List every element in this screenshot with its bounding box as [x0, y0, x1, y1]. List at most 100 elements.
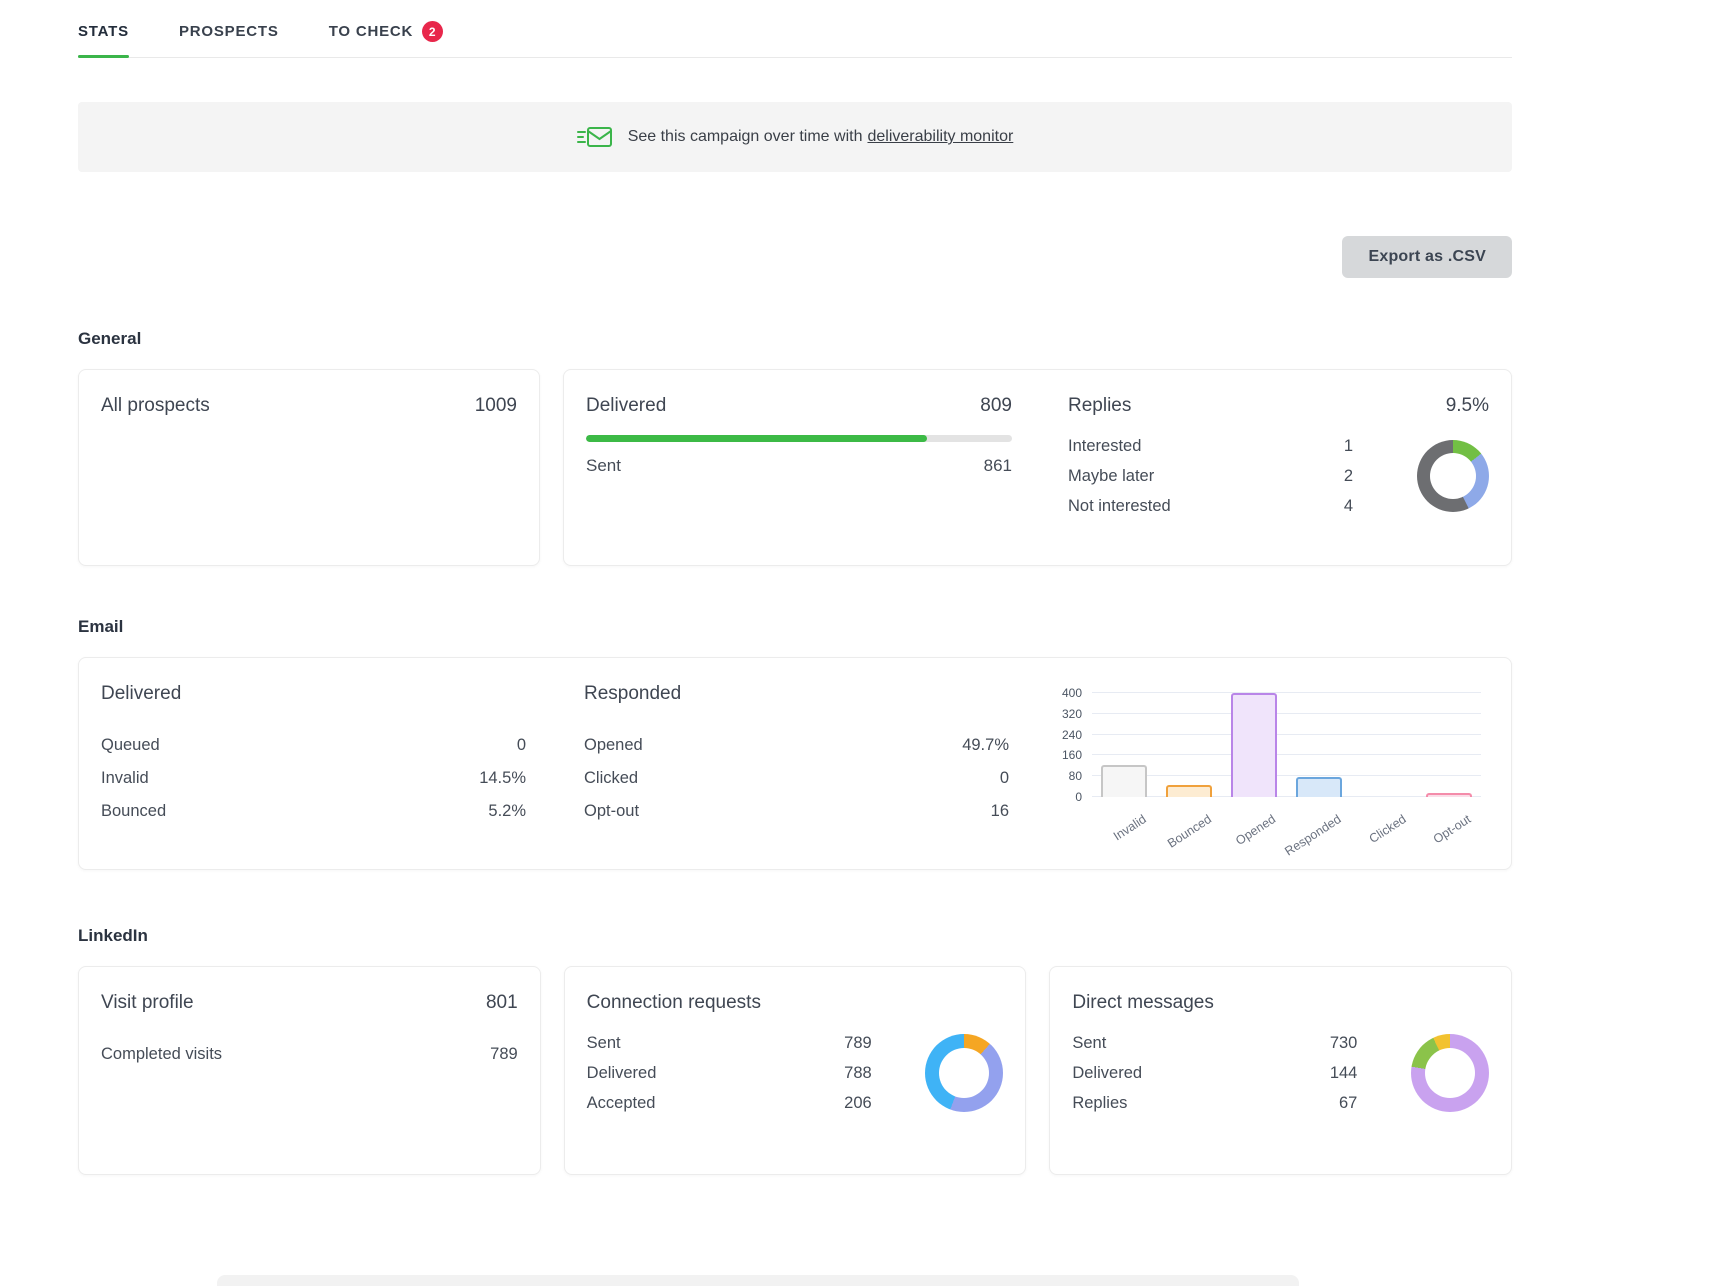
stat-row-dm-delivered: Delivered 144	[1072, 1058, 1357, 1088]
row-label: Delivered	[1072, 1064, 1142, 1083]
email-delivered-label: Delivered	[101, 683, 181, 705]
row-value: 67	[1339, 1094, 1357, 1113]
row-value: 5.2%	[488, 802, 526, 821]
direct-messages-card: Direct messages Sent 730 Delivered 144 R…	[1049, 966, 1512, 1175]
stat-row-opened: Opened 49.7%	[584, 729, 1009, 762]
to-check-count-badge: 2	[422, 21, 443, 42]
email-card: Delivered Queued 0 Invalid 14.5% Bounced…	[78, 657, 1512, 870]
bar-chart-plot	[1092, 693, 1481, 797]
visit-profile-value: 801	[486, 992, 518, 1014]
row-label: Accepted	[587, 1094, 656, 1113]
replies-rows: Interested 1 Maybe later 2 Not intereste…	[1068, 431, 1353, 521]
linkedin-cards-row: Visit profile 801 Completed visits 789 C…	[78, 966, 1512, 1175]
row-value: 144	[1330, 1064, 1358, 1083]
tab-bar: STATS PROSPECTS TO CHECK 2	[78, 0, 1512, 58]
email-responded-label: Responded	[584, 683, 681, 705]
connection-requests-label: Connection requests	[587, 992, 761, 1014]
row-value: 16	[991, 802, 1009, 821]
row-label: Opened	[584, 736, 643, 755]
email-cards-row: Delivered Queued 0 Invalid 14.5% Bounced…	[78, 657, 1512, 870]
stat-row-clicked: Clicked 0	[584, 762, 1009, 795]
bar-chart-x-axis: InvalidBouncedOpenedRespondedClickedOpt-…	[1092, 803, 1481, 847]
general-section-heading: General	[78, 329, 1512, 349]
email-bar-chart: 080160240320400 InvalidBouncedOpenedResp…	[1056, 683, 1481, 844]
email-responded-column: Responded Opened 49.7% Clicked 0 Opt-out…	[584, 683, 1009, 844]
row-label: Interested	[1068, 437, 1141, 456]
tab-to-check-label: TO CHECK	[329, 23, 413, 40]
stat-row-cr-delivered: Delivered 788	[587, 1058, 872, 1088]
row-value: 789	[490, 1045, 518, 1064]
connection-requests-donut-chart	[925, 1034, 1003, 1112]
delivered-progress-fill	[586, 435, 927, 442]
tab-stats-label: STATS	[78, 23, 129, 40]
direct-messages-donut-chart	[1411, 1034, 1489, 1112]
visit-profile-card: Visit profile 801 Completed visits 789	[78, 966, 541, 1175]
stat-row-opt-out: Opt-out 16	[584, 795, 1009, 828]
all-prospects-card: All prospects 1009	[78, 369, 540, 566]
general-cards-row: All prospects 1009 Delivered 809 Sent 86…	[78, 369, 1512, 566]
banner-text: See this campaign over time withdelivera…	[628, 128, 1014, 146]
delivered-label: Delivered	[586, 395, 666, 417]
row-label: Completed visits	[101, 1045, 222, 1064]
tab-stats[interactable]: STATS	[78, 21, 129, 57]
stat-row-completed-visits: Completed visits 789	[101, 1038, 518, 1071]
connection-requests-card: Connection requests Sent 789 Delivered 7…	[564, 966, 1027, 1175]
row-value: 2	[1344, 467, 1353, 486]
sent-row: Sent 861	[586, 456, 1012, 476]
replies-column: Replies 9.5% Interested 1 Maybe later 2	[1068, 395, 1489, 540]
row-value: 788	[844, 1064, 872, 1083]
row-label: Replies	[1072, 1094, 1127, 1113]
tab-prospects-label: PROSPECTS	[179, 23, 279, 40]
row-label: Queued	[101, 736, 160, 755]
toolbar: Export as .CSV	[78, 236, 1512, 278]
row-label: Bounced	[101, 802, 166, 821]
row-value: 0	[517, 736, 526, 755]
stat-row-not-interested: Not interested 4	[1068, 491, 1353, 521]
row-value: 730	[1330, 1034, 1358, 1053]
row-label: Opt-out	[584, 802, 639, 821]
export-csv-button[interactable]: Export as .CSV	[1342, 236, 1512, 278]
email-section-heading: Email	[78, 617, 1512, 637]
row-value: 0	[1000, 769, 1009, 788]
direct-messages-rows: Sent 730 Delivered 144 Replies 67	[1072, 1028, 1357, 1118]
direct-messages-label: Direct messages	[1072, 992, 1214, 1014]
linkedin-section-heading: LinkedIn	[78, 926, 1512, 946]
replies-donut-chart	[1417, 440, 1489, 512]
deliverability-banner: See this campaign over time withdelivera…	[78, 102, 1512, 172]
row-label: Clicked	[584, 769, 638, 788]
row-label: Maybe later	[1068, 467, 1154, 486]
row-label: Invalid	[101, 769, 149, 788]
row-value: 1	[1344, 437, 1353, 456]
deliverability-monitor-icon	[577, 123, 613, 151]
delivered-column: Delivered 809 Sent 861	[586, 395, 1012, 540]
row-value: 206	[844, 1094, 872, 1113]
visit-profile-label: Visit profile	[101, 992, 194, 1014]
row-value: 789	[844, 1034, 872, 1053]
bar-chart-y-axis: 080160240320400	[1056, 693, 1092, 797]
stats-page: STATS PROSPECTS TO CHECK 2 See this camp…	[78, 0, 1512, 1175]
tab-prospects[interactable]: PROSPECTS	[179, 21, 279, 57]
tab-to-check[interactable]: TO CHECK 2	[329, 21, 443, 57]
stat-row-invalid: Invalid 14.5%	[101, 762, 526, 795]
delivered-replies-card: Delivered 809 Sent 861 Replies 9.5%	[563, 369, 1512, 566]
delivered-value: 809	[980, 395, 1012, 417]
next-section-edge	[217, 1275, 1299, 1286]
row-value: 4	[1344, 497, 1353, 516]
email-delivered-column: Delivered Queued 0 Invalid 14.5% Bounced…	[101, 683, 526, 844]
delivered-progress-bar	[586, 435, 1012, 442]
stat-row-dm-replies: Replies 67	[1072, 1088, 1357, 1118]
row-value: 49.7%	[962, 736, 1009, 755]
row-label: Sent	[1072, 1034, 1106, 1053]
connection-requests-rows: Sent 789 Delivered 788 Accepted 206	[587, 1028, 872, 1118]
stat-row-cr-sent: Sent 789	[587, 1028, 872, 1058]
stat-row-dm-sent: Sent 730	[1072, 1028, 1357, 1058]
deliverability-monitor-link[interactable]: deliverability monitor	[867, 128, 1013, 145]
replies-label: Replies	[1068, 395, 1131, 417]
row-value: 14.5%	[479, 769, 526, 788]
row-label: Not interested	[1068, 497, 1171, 516]
all-prospects-value: 1009	[475, 395, 517, 417]
row-label: Delivered	[587, 1064, 657, 1083]
sent-label: Sent	[586, 456, 621, 476]
sent-value: 861	[984, 456, 1012, 476]
row-label: Sent	[587, 1034, 621, 1053]
